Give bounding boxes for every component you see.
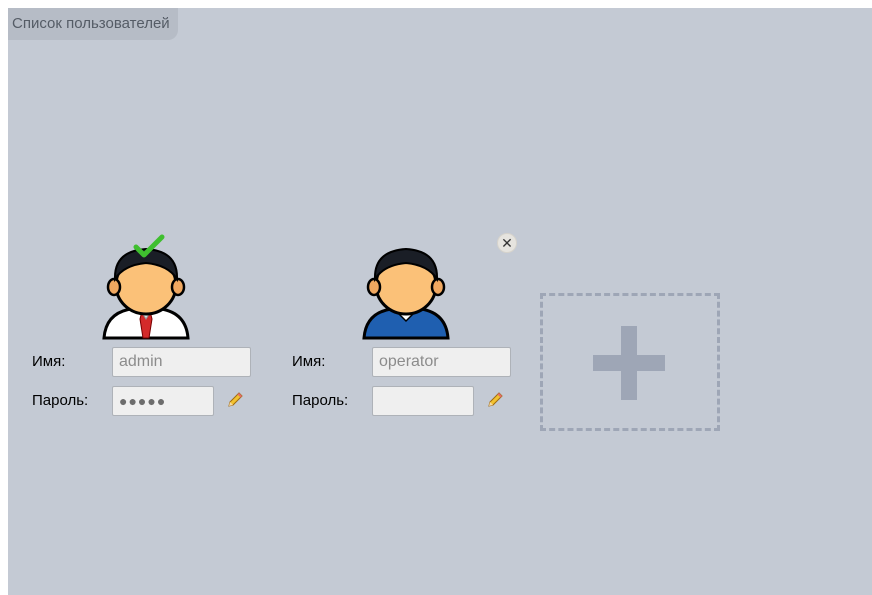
password-field[interactable]: ●●●●● [112, 386, 214, 416]
pencil-icon[interactable] [486, 391, 504, 409]
name-label: Имя: [32, 353, 66, 370]
add-user-button[interactable] [540, 293, 720, 431]
password-label: Пароль: [32, 392, 89, 409]
user-card-operator[interactable]: Имя: operator Пароль: [276, 233, 516, 423]
name-label: Имя: [292, 353, 326, 370]
close-icon: ✕ [501, 235, 513, 251]
name-field[interactable]: operator [372, 347, 511, 377]
panel-title: Список пользователей [8, 8, 178, 40]
remove-user-button[interactable]: ✕ [497, 233, 517, 253]
operator-user-avatar-icon [362, 247, 450, 340]
password-label: Пароль: [292, 392, 349, 409]
admin-user-avatar-icon [102, 234, 190, 340]
name-field[interactable]: admin [112, 347, 251, 377]
password-field[interactable] [372, 386, 474, 416]
user-list-panel: Список пользователей Имя: admin Пароль: … [8, 8, 872, 595]
user-card-admin[interactable]: Имя: admin Пароль: ●●●●● [16, 233, 256, 423]
pencil-icon[interactable] [226, 391, 244, 409]
